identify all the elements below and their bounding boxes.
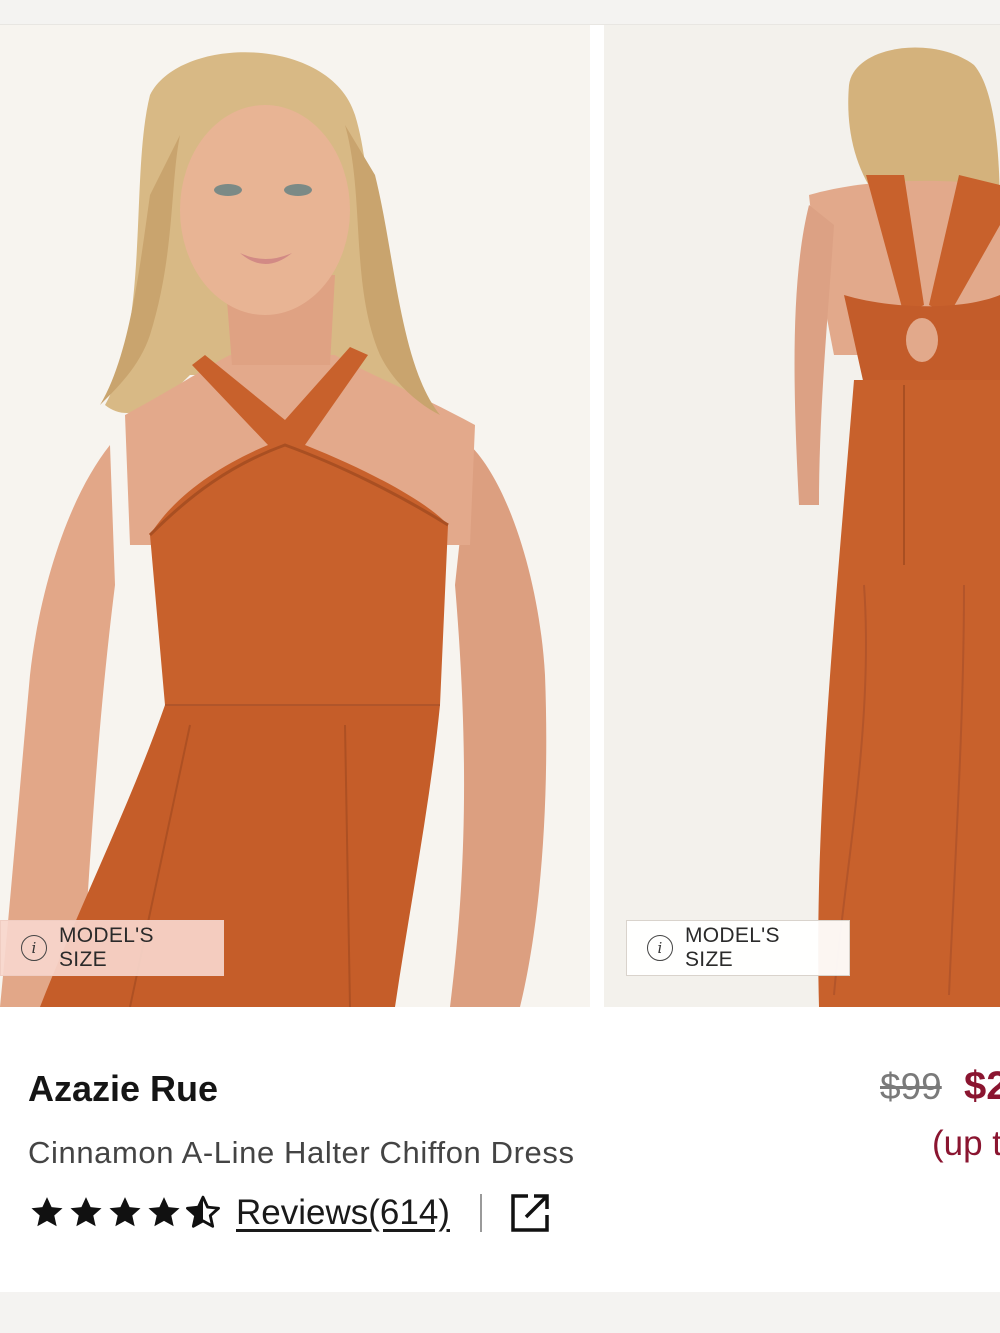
product-title: Azazie Rue xyxy=(28,1068,219,1109)
model-back-illustration xyxy=(794,47,1000,1007)
half-star-icon xyxy=(184,1194,222,1232)
product-image-front[interactable]: i MODEL'S SIZE xyxy=(0,25,590,1007)
top-bar xyxy=(0,0,1000,25)
models-size-button-front[interactable]: i MODEL'S SIZE xyxy=(0,920,224,976)
star-icon xyxy=(67,1194,105,1232)
models-size-label: MODEL'S SIZE xyxy=(59,924,154,971)
sale-price: $2 xyxy=(964,1064,1000,1108)
price-note: (up t xyxy=(932,1124,1000,1163)
external-link-icon[interactable] xyxy=(508,1191,552,1235)
product-image-back[interactable] xyxy=(604,25,1000,1007)
star-icon xyxy=(28,1194,66,1232)
divider xyxy=(479,1194,482,1232)
star-icon xyxy=(106,1194,144,1232)
models-size-button-back[interactable]: i MODEL'S SIZE xyxy=(626,920,850,976)
model-front-illustration xyxy=(0,52,547,1007)
info-icon: i xyxy=(21,935,47,961)
product-subtitle: Cinnamon A-Line Halter Chiffon Dress xyxy=(28,1135,575,1170)
models-size-label: MODEL'S SIZE xyxy=(685,924,780,971)
rating-row: Reviews(614) xyxy=(28,1186,628,1240)
reviews-link[interactable]: Reviews(614) xyxy=(236,1193,450,1233)
star-rating xyxy=(28,1194,222,1232)
star-icon xyxy=(145,1194,183,1232)
info-icon: i xyxy=(647,935,673,961)
bottom-band xyxy=(0,1292,1000,1333)
product-image-gallery[interactable]: i MODEL'S SIZE i MODEL'S SIZE xyxy=(0,25,1000,1007)
original-price: $99 xyxy=(880,1066,942,1107)
